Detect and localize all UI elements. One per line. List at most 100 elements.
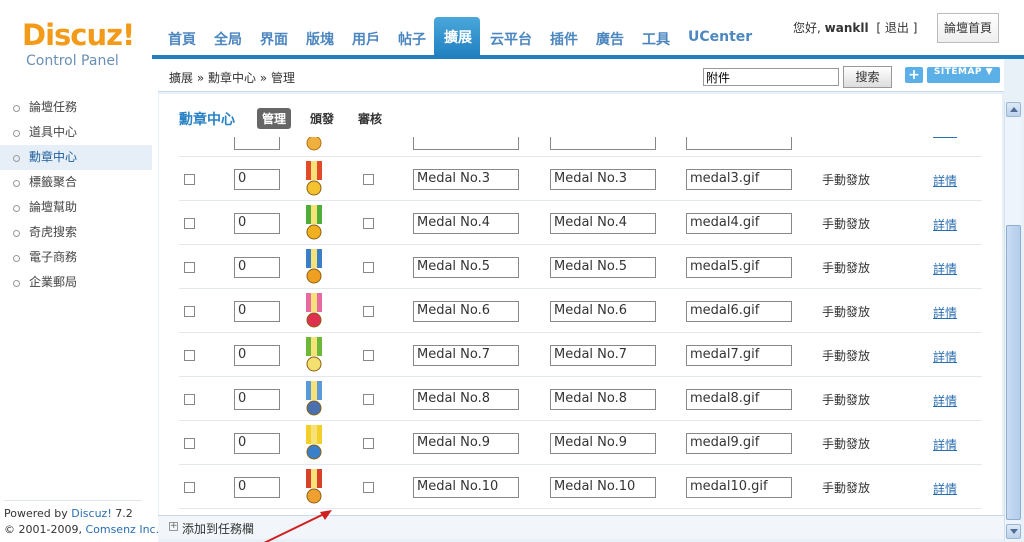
delete-checkbox[interactable]	[184, 438, 195, 449]
delete-checkbox[interactable]	[184, 394, 195, 405]
order-input[interactable]: 0	[234, 169, 280, 190]
scrollbar[interactable]	[1004, 101, 1021, 541]
nav-tab-0[interactable]: 首頁	[158, 17, 204, 58]
medal-name-input[interactable]: Medal No.5	[413, 257, 519, 278]
delete-checkbox[interactable]	[184, 262, 195, 273]
medal-name-input[interactable]: Medal No.8	[413, 389, 519, 410]
available-checkbox[interactable]	[363, 218, 374, 229]
order-input[interactable]: 0	[234, 477, 280, 498]
detail-link[interactable]: 詳情	[933, 304, 957, 321]
logo[interactable]: Discuz! Control Panel	[0, 0, 152, 100]
delete-checkbox[interactable]	[184, 174, 195, 185]
medal-desc-input[interactable]: Medal No.6	[550, 301, 656, 322]
tab-2[interactable]: 審核	[353, 108, 387, 129]
sidebar-item-7[interactable]: 企業郵局	[0, 270, 152, 295]
delete-checkbox[interactable]	[184, 306, 195, 317]
medal-image-input[interactable]: medal5.gif	[686, 257, 792, 278]
logout-link[interactable]: [ 退出 ]	[876, 21, 917, 35]
medal-image-input[interactable]: medal6.gif	[686, 301, 792, 322]
sidebar-item-3[interactable]: 標籤聚合	[0, 170, 152, 195]
comsenz-link[interactable]: Comsenz Inc.	[85, 523, 159, 536]
delete-checkbox[interactable]	[184, 482, 195, 493]
medal-image-input[interactable]: medal8.gif	[686, 389, 792, 410]
delete-checkbox[interactable]	[184, 350, 195, 361]
available-checkbox[interactable]	[363, 262, 374, 273]
order-input[interactable]: 0	[234, 213, 280, 234]
available-checkbox[interactable]	[363, 350, 374, 361]
medal-name-input[interactable]: Medal No.3	[413, 169, 519, 190]
nav-tab-6[interactable]: 擴展	[434, 17, 480, 58]
detail-link[interactable]: 詳情	[933, 348, 957, 365]
detail-link[interactable]: 詳情	[933, 216, 957, 233]
sidebar-item-0[interactable]: 論壇任務	[0, 95, 152, 120]
medal-name-input[interactable]: Medal No.4	[413, 213, 519, 234]
tab-1[interactable]: 頒發	[305, 108, 339, 129]
nav-tab-3[interactable]: 版塊	[296, 17, 342, 58]
medal-name-input[interactable]: Medal No.9	[413, 433, 519, 454]
sidebar-item-5[interactable]: 奇虎搜索	[0, 220, 152, 245]
order-input[interactable]	[234, 137, 280, 150]
detail-link[interactable]: 詳情	[933, 480, 957, 497]
header: Discuz! Control Panel 首頁 全局 界面 版塊 用戶 帖子 擴展 云平台插…	[0, 0, 1024, 69]
medal-name-input[interactable]	[413, 137, 519, 150]
add-shortcut-button[interactable]: +	[905, 67, 923, 83]
medal-desc-input[interactable]	[550, 137, 656, 150]
available-checkbox[interactable]	[363, 306, 374, 317]
medal-image-input[interactable]	[686, 137, 792, 150]
medal-desc-input[interactable]: Medal No.5	[550, 257, 656, 278]
detail-link[interactable]: 詳情	[933, 436, 957, 453]
detail-link[interactable]: 詳情	[933, 392, 957, 409]
medal-image-input[interactable]: medal7.gif	[686, 345, 792, 366]
nav-tab-2[interactable]: 界面	[250, 17, 296, 58]
table-row: 0 Medal No.6 Medal No.6 medal6.gif 手動發放 詳情	[179, 289, 982, 333]
order-input[interactable]: 0	[234, 433, 280, 454]
nav-tab-10[interactable]: 工具	[632, 17, 678, 58]
medal-desc-input[interactable]: Medal No.8	[550, 389, 656, 410]
sidebar-item-4[interactable]: 論壇幫助	[0, 195, 152, 220]
discuz-link[interactable]: Discuz!	[71, 507, 111, 520]
scroll-up-button[interactable]	[1006, 102, 1021, 117]
detail-link[interactable]: 詳情	[933, 172, 957, 189]
medal-image-input[interactable]: medal4.gif	[686, 213, 792, 234]
sidebar-item-1[interactable]: 道具中心	[0, 120, 152, 145]
arrow-annotation-icon	[263, 510, 332, 542]
sidebar-item-2[interactable]: 勳章中心	[0, 145, 152, 170]
medal-desc-input[interactable]: Medal No.9	[550, 433, 656, 454]
medal-desc-input[interactable]: Medal No.4	[550, 213, 656, 234]
nav-tab-7[interactable]: 云平台	[480, 17, 540, 58]
medal-image-input[interactable]: medal9.gif	[686, 433, 792, 454]
scroll-down-button[interactable]	[1006, 524, 1021, 539]
available-checkbox[interactable]	[363, 174, 374, 185]
medal-name-input[interactable]: Medal No.7	[413, 345, 519, 366]
medal-image-input[interactable]: medal10.gif	[686, 477, 792, 498]
order-input[interactable]: 0	[234, 301, 280, 322]
nav-tab-8[interactable]: 插件	[540, 17, 586, 58]
available-checkbox[interactable]	[363, 394, 374, 405]
search-input[interactable]	[703, 68, 839, 86]
nav-tab-4[interactable]: 用戶	[342, 17, 388, 58]
nav-tab-9[interactable]: 廣告	[586, 17, 632, 58]
search-button[interactable]: 搜索	[843, 66, 892, 88]
delete-checkbox[interactable]	[184, 218, 195, 229]
medal-name-input[interactable]: Medal No.10	[413, 477, 519, 498]
nav-tab-5[interactable]: 帖子	[388, 17, 434, 58]
medal-desc-input[interactable]: Medal No.7	[550, 345, 656, 366]
detail-link[interactable]: 詳情	[933, 260, 957, 277]
nav-tab-11[interactable]: UCenter	[678, 17, 760, 58]
medal-desc-input[interactable]: Medal No.10	[550, 477, 656, 498]
tab-0[interactable]: 管理	[257, 108, 292, 129]
forum-home-button[interactable]: 論壇首頁	[937, 13, 999, 43]
order-input[interactable]: 0	[234, 257, 280, 278]
sitemap-button[interactable]: SITEMAP ▼	[927, 67, 1000, 83]
medal-name-input[interactable]: Medal No.6	[413, 301, 519, 322]
scroll-thumb[interactable]	[1006, 225, 1021, 520]
nav-tab-1[interactable]: 全局	[204, 17, 250, 58]
available-checkbox[interactable]	[363, 482, 374, 493]
medal-image-input[interactable]: medal3.gif	[686, 169, 792, 190]
available-checkbox[interactable]	[363, 438, 374, 449]
detail-link-partial[interactable]	[933, 137, 957, 138]
order-input[interactable]: 0	[234, 389, 280, 410]
sidebar-item-6[interactable]: 電子商務	[0, 245, 152, 270]
order-input[interactable]: 0	[234, 345, 280, 366]
medal-desc-input[interactable]: Medal No.3	[550, 169, 656, 190]
